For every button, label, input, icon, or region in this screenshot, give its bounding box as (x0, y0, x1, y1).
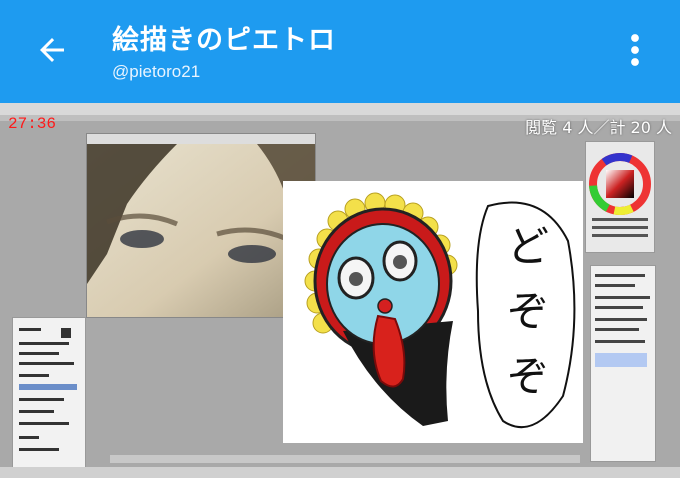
tool-row (19, 342, 69, 345)
panel-row (595, 306, 643, 309)
tool-row (19, 448, 59, 451)
status-bar (0, 467, 680, 478)
webcam-face-image (87, 144, 315, 317)
panel-row (595, 340, 645, 343)
arrow-back-icon[interactable] (34, 32, 70, 68)
tool-panel[interactable] (12, 317, 86, 469)
horizontal-scrollbar[interactable] (110, 455, 580, 463)
layer-panel[interactable] (590, 265, 656, 462)
tool-row (19, 410, 54, 413)
speech-text-3: ぞ (507, 352, 549, 401)
drawing-canvas[interactable]: ど ぞ ぞ (283, 181, 583, 443)
tool-row (19, 398, 64, 401)
app-bar: 絵描きのピエトロ @pietoro21 (0, 0, 680, 103)
tool-row (19, 362, 74, 365)
user-handle[interactable]: @pietoro21 (112, 62, 200, 82)
speech-text-2: ぞ (507, 287, 549, 336)
tool-row (19, 436, 39, 439)
live-stream-video[interactable]: ど ぞ ぞ 27:36 閲覧 4 人／計 20 人 (0, 103, 680, 478)
tool-row (19, 374, 49, 377)
viewer-count: 閲覧 4 人／計 20 人 (525, 118, 672, 137)
slider[interactable] (19, 384, 77, 390)
selected-layer[interactable] (595, 353, 647, 367)
color-wheel-panel[interactable] (585, 141, 655, 253)
tool-row (19, 352, 59, 355)
panel-row (595, 318, 647, 321)
speech-text-1: ど (507, 222, 549, 271)
color-swatch[interactable] (61, 328, 71, 338)
panel-row (595, 296, 650, 299)
drawing-artwork: ど ぞ ぞ (304, 192, 576, 429)
more-vert-icon[interactable] (624, 32, 646, 68)
panel-row (595, 328, 639, 331)
webcam-overlay (86, 133, 316, 318)
panel-row (595, 284, 635, 287)
tool-row (19, 422, 69, 425)
panel-row (595, 274, 645, 277)
tool-row (19, 328, 41, 331)
stream-timer: 27:36 (8, 115, 57, 133)
page-title: 絵描きのピエトロ (112, 25, 336, 56)
